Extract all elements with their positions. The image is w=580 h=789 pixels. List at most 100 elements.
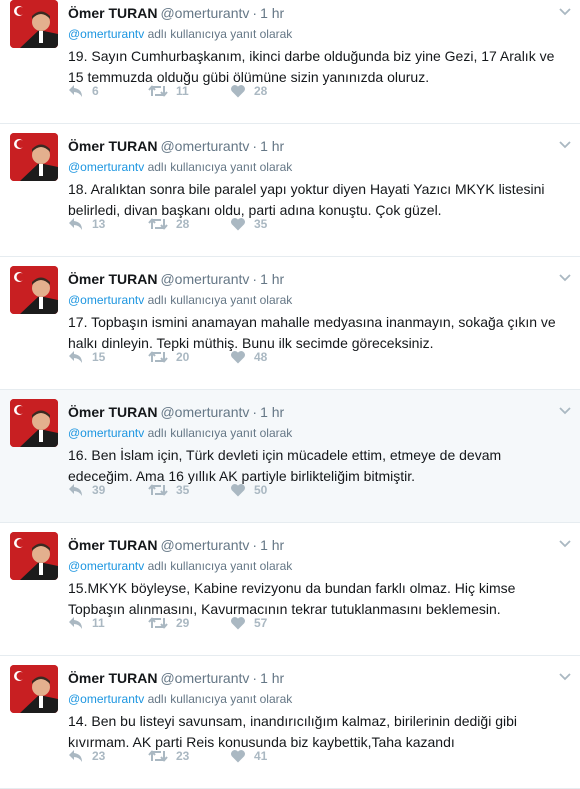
retweet-count: 11 bbox=[176, 84, 189, 98]
author-handle[interactable]: @omerturantv bbox=[160, 670, 249, 686]
chevron-down-icon[interactable] bbox=[558, 404, 572, 418]
tweet-text-line: 15 temmuzda olduğu gübi ölümüne sizin ya… bbox=[68, 69, 430, 85]
tweet[interactable]: Ömer TURAN @omerturantv · 1 hr @omerturantv… bbox=[0, 0, 580, 124]
like-button[interactable]: 48 bbox=[230, 347, 267, 367]
reply-button[interactable]: 23 bbox=[68, 746, 105, 766]
tweet-text-line: 16. Ben İslam için, Türk devleti için mü… bbox=[68, 447, 502, 463]
like-button[interactable]: 50 bbox=[230, 480, 267, 500]
tweet-time[interactable]: 1 hr bbox=[260, 5, 284, 21]
reply-button[interactable]: 6 bbox=[68, 81, 99, 101]
avatar[interactable] bbox=[10, 532, 58, 580]
like-count: 35 bbox=[254, 217, 268, 231]
like-button[interactable]: 28 bbox=[230, 81, 267, 101]
tweet-text-line: belirledi, divan başkanı oldu, parti adı… bbox=[68, 202, 442, 218]
reply-mention-link[interactable]: @omerturantv bbox=[68, 426, 144, 440]
tweet[interactable]: Ömer TURAN @omerturantv · 1 hr @omerturantv… bbox=[0, 257, 580, 390]
reply-context: @omerturantv adlı kullanıcıya yanıt olar… bbox=[68, 425, 292, 441]
tweet-text-line: 15.MKYK böyleyse, Kabine revizyonu da bu… bbox=[68, 580, 516, 596]
author-handle[interactable]: @omerturantv bbox=[160, 138, 249, 154]
chevron-down-icon[interactable] bbox=[558, 670, 572, 684]
reply-button[interactable]: 39 bbox=[68, 480, 105, 500]
avatar[interactable] bbox=[10, 665, 58, 713]
tweet-text: 18. Aralıktan sonra bile paralel yapı yo… bbox=[68, 179, 568, 221]
reply-context-text: adlı kullanıcıya yanıt olarak bbox=[147, 160, 293, 174]
reply-button[interactable]: 11 bbox=[68, 613, 105, 633]
tweet-header: Ömer TURAN @omerturantv · 1 hr bbox=[68, 137, 284, 155]
tweet-time[interactable]: 1 hr bbox=[260, 670, 284, 686]
like-button[interactable]: 41 bbox=[230, 746, 267, 766]
separator-dot: · bbox=[252, 138, 258, 154]
tweet-time[interactable]: 1 hr bbox=[260, 271, 284, 287]
like-button[interactable]: 57 bbox=[230, 613, 267, 633]
tweet-text-line: kıvırmam. AK parti Reis konusunda biz ka… bbox=[68, 734, 455, 750]
chevron-down-icon[interactable] bbox=[558, 537, 572, 551]
avatar[interactable] bbox=[10, 133, 58, 181]
retweet-icon bbox=[148, 483, 168, 497]
timeline: Ömer TURAN @omerturantv · 1 hr @omerturantv… bbox=[0, 0, 580, 789]
retweet-count: 23 bbox=[176, 749, 190, 763]
reply-button[interactable]: 13 bbox=[68, 214, 105, 234]
retweet-count: 28 bbox=[176, 217, 190, 231]
reply-context: @omerturantv adlı kullanıcıya yanıt olar… bbox=[68, 691, 292, 707]
reply-mention-link[interactable]: @omerturantv bbox=[68, 27, 144, 41]
avatar[interactable] bbox=[10, 0, 58, 48]
retweet-button[interactable]: 23 bbox=[148, 746, 189, 766]
reply-context: @omerturantv adlı kullanıcıya yanıt olar… bbox=[68, 26, 292, 42]
avatar[interactable] bbox=[10, 266, 58, 314]
author-name[interactable]: Ömer TURAN bbox=[68, 5, 157, 21]
reply-mention-link[interactable]: @omerturantv bbox=[68, 160, 144, 174]
author-handle[interactable]: @omerturantv bbox=[160, 537, 249, 553]
reply-context: @omerturantv adlı kullanıcıya yanıt olar… bbox=[68, 558, 292, 574]
reply-context-text: adlı kullanıcıya yanıt olarak bbox=[147, 559, 293, 573]
author-name[interactable]: Ömer TURAN bbox=[68, 271, 157, 287]
retweet-button[interactable]: 35 bbox=[148, 480, 189, 500]
tweet-text-line: 19. Sayın Cumhurbaşkanım, ikinci darbe o… bbox=[68, 48, 555, 64]
reply-mention-link[interactable]: @omerturantv bbox=[68, 692, 144, 706]
separator-dot: · bbox=[252, 537, 258, 553]
tweet-time[interactable]: 1 hr bbox=[260, 537, 284, 553]
retweet-count: 29 bbox=[176, 616, 190, 630]
heart-icon bbox=[230, 749, 246, 763]
author-name[interactable]: Ömer TURAN bbox=[68, 404, 157, 420]
retweet-icon bbox=[148, 749, 168, 763]
like-count: 57 bbox=[254, 616, 268, 630]
author-handle[interactable]: @omerturantv bbox=[160, 404, 249, 420]
author-handle[interactable]: @omerturantv bbox=[160, 271, 249, 287]
tweet-time[interactable]: 1 hr bbox=[260, 404, 284, 420]
reply-button[interactable]: 15 bbox=[68, 347, 105, 367]
author-name[interactable]: Ömer TURAN bbox=[68, 138, 157, 154]
heart-icon bbox=[230, 483, 246, 497]
like-button[interactable]: 35 bbox=[230, 214, 267, 234]
reply-mention-link[interactable]: @omerturantv bbox=[68, 559, 144, 573]
reply-context: @omerturantv adlı kullanıcıya yanıt olar… bbox=[68, 292, 292, 308]
tweet-text-line: 17. Topbaşın ismini anamayan mahalle med… bbox=[68, 314, 556, 330]
retweet-icon bbox=[148, 616, 168, 630]
heart-icon bbox=[230, 616, 246, 630]
reply-context-text: adlı kullanıcıya yanıt olarak bbox=[147, 27, 293, 41]
author-name[interactable]: Ömer TURAN bbox=[68, 537, 157, 553]
retweet-count: 20 bbox=[176, 350, 190, 364]
chevron-down-icon[interactable] bbox=[558, 5, 572, 19]
avatar[interactable] bbox=[10, 399, 58, 447]
author-name[interactable]: Ömer TURAN bbox=[68, 670, 157, 686]
tweet[interactable]: Ömer TURAN @omerturantv · 1 hr @omerturantv… bbox=[0, 124, 580, 257]
reply-context-text: adlı kullanıcıya yanıt olarak bbox=[147, 692, 293, 706]
retweet-button[interactable]: 29 bbox=[148, 613, 189, 633]
reply-count: 23 bbox=[92, 749, 106, 763]
tweet-text-line: Topbaşın alınmasını, Kavurmacının tekrar… bbox=[68, 601, 501, 617]
tweet-header: Ömer TURAN @omerturantv · 1 hr bbox=[68, 669, 284, 687]
reply-icon bbox=[68, 350, 84, 364]
retweet-button[interactable]: 20 bbox=[148, 347, 189, 367]
retweet-button[interactable]: 28 bbox=[148, 214, 189, 234]
chevron-down-icon[interactable] bbox=[558, 271, 572, 285]
tweet[interactable]: Ömer TURAN @omerturantv · 1 hr @omerturantv… bbox=[0, 390, 580, 523]
tweet-time[interactable]: 1 hr bbox=[260, 138, 284, 154]
like-count: 50 bbox=[254, 483, 268, 497]
tweet[interactable]: Ömer TURAN @omerturantv · 1 hr @omerturantv… bbox=[0, 523, 580, 656]
retweet-button[interactable]: 11 bbox=[148, 81, 189, 101]
chevron-down-icon[interactable] bbox=[558, 138, 572, 152]
like-count: 48 bbox=[254, 350, 268, 364]
tweet[interactable]: Ömer TURAN @omerturantv · 1 hr @omerturantv… bbox=[0, 656, 580, 789]
reply-mention-link[interactable]: @omerturantv bbox=[68, 293, 144, 307]
author-handle[interactable]: @omerturantv bbox=[160, 5, 249, 21]
